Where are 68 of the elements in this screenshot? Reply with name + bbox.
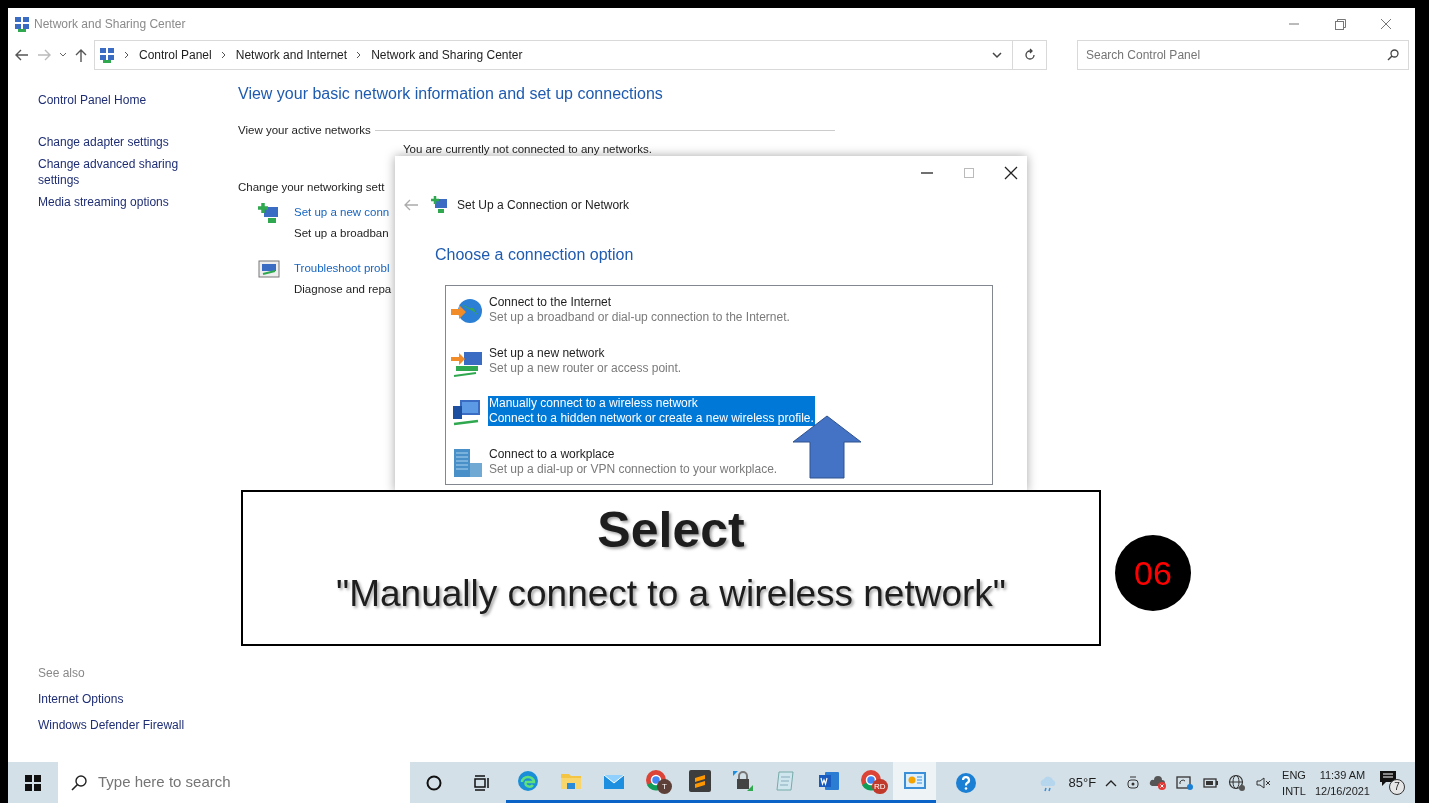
padlock-icon [730, 769, 755, 793]
network-setup-icon [258, 201, 280, 224]
sidebar-link[interactable]: Change adapter settings [38, 134, 188, 150]
sublime-text-icon [687, 769, 712, 793]
network-icon [99, 47, 115, 63]
connection-option[interactable]: Set up a new network Set up a new router or access point. [450, 345, 988, 396]
task-link[interactable]: Set up a new conn [294, 201, 390, 223]
windows-start-icon[interactable] [25, 774, 41, 791]
sidebar-link[interactable]: Change advanced sharing settings [38, 156, 188, 188]
circle-icon[interactable] [426, 774, 442, 791]
task-description: Diagnose and repa [294, 281, 392, 297]
see-also-link[interactable]: Windows Defender Firewall [38, 716, 230, 734]
sidebar-link[interactable]: Control Panel Home [38, 92, 188, 108]
app-badge: RD [872, 779, 888, 794]
chevron-right-icon [123, 50, 131, 60]
back-arrow-icon[interactable] [14, 47, 30, 63]
task-view-icon[interactable] [474, 774, 490, 791]
taskbar-app-button[interactable] [893, 762, 936, 803]
dialog-heading: Choose a connection option [435, 245, 635, 265]
breadcrumb-item[interactable]: Network and Sharing Center [371, 46, 523, 64]
sidebar-link[interactable]: Media streaming options [38, 194, 188, 210]
language-indicator[interactable]: ENG INTL [1282, 766, 1306, 799]
callout-text: "Manually connect to a wireless network" [336, 572, 1006, 616]
breadcrumb-item[interactable]: Network and Internet [235, 46, 348, 64]
notification-button[interactable]: 7 [1379, 769, 1405, 796]
task-description: Set up a broadban [294, 225, 390, 241]
help-icon[interactable] [955, 771, 977, 794]
word-document-icon [816, 769, 841, 793]
network-setup-icon [431, 196, 449, 214]
section-label: View your active networks [238, 123, 371, 138]
dropdown-caret-icon[interactable] [991, 50, 1003, 60]
chevron-right-icon [219, 50, 228, 60]
section-label: Change your networking sett [238, 179, 386, 195]
app-badge: T [657, 779, 672, 794]
taskbar-app-button[interactable]: T [635, 762, 678, 803]
troubleshoot-icon [258, 257, 280, 280]
connection-option[interactable]: Connect to the Internet Set up a broadband or dial-up connection to the Internet. [450, 295, 988, 346]
page-heading: View your basic network information and set up connections [238, 84, 664, 104]
taskbar-search-box[interactable]: Type here to search [58, 762, 410, 803]
see-also-heading: See also [38, 665, 86, 682]
task-link[interactable]: Troubleshoot probl [294, 257, 392, 279]
dialog-title: Set Up a Connection or Network [457, 197, 630, 214]
connection-option[interactable]: Connect to a workplace Set up a dial-up or VPN connection to your workplace. [450, 446, 988, 492]
temperature-text[interactable]: 85°F [1068, 772, 1097, 793]
cloud-error-icon[interactable] [1149, 774, 1168, 791]
search-icon[interactable] [1386, 48, 1400, 62]
window-title: Network and Sharing Center [34, 16, 186, 33]
notification-count: 7 [1389, 778, 1405, 795]
search-box[interactable]: Search Control Panel [1077, 40, 1409, 70]
globe-icon[interactable] [1228, 773, 1247, 792]
search-field[interactable]: Search Control Panel [1086, 46, 1386, 64]
edge-browser-icon [515, 769, 540, 793]
clock-date[interactable]: 12/16/2021 [1314, 782, 1370, 799]
breadcrumb-item[interactable]: Control Panel [139, 46, 212, 64]
see-also-link[interactable]: Internet Options [38, 690, 230, 708]
status-text: You are currently not connected to any networks. [403, 142, 652, 158]
up-arrow-icon[interactable] [74, 47, 88, 63]
callout-title: Select [597, 501, 745, 560]
network-icon [14, 16, 30, 32]
close-button[interactable] [1003, 165, 1019, 181]
step-number-badge: 06 [1115, 535, 1191, 611]
screen-sync-icon[interactable] [1176, 774, 1195, 791]
refresh-icon[interactable] [1022, 48, 1037, 62]
camera-icon[interactable] [1126, 774, 1141, 791]
search-icon [70, 773, 88, 792]
battery-icon[interactable] [1203, 776, 1220, 789]
connection-option[interactable]: Manually connect to a wireless network Connect to a hidden network or create a new wireless profile. [450, 396, 988, 447]
clock-time[interactable]: 11:39 AM [1319, 766, 1366, 783]
